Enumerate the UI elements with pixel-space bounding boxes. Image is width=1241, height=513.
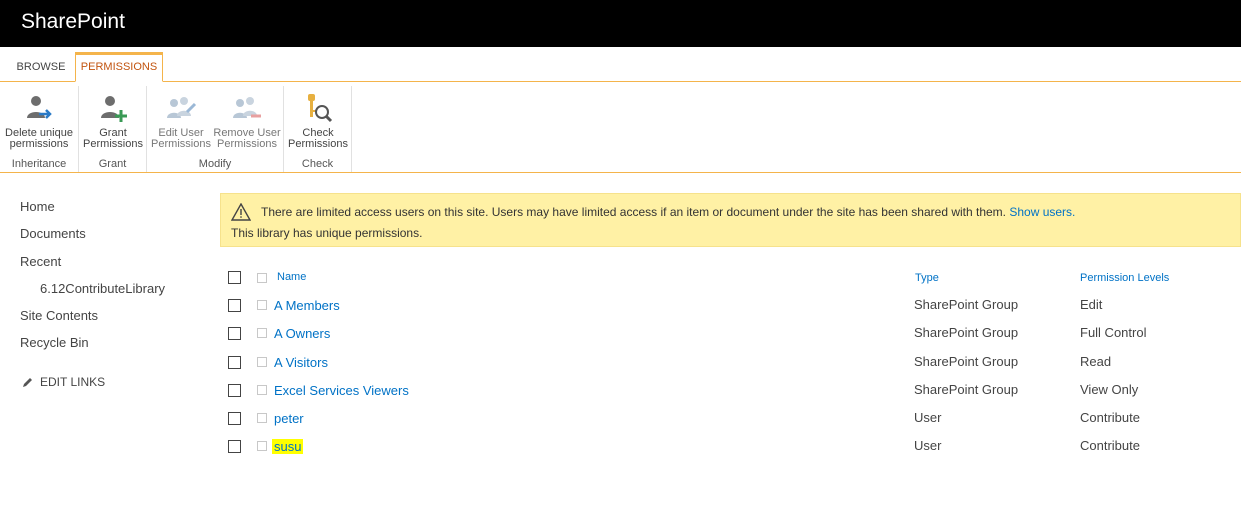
show-users-link[interactable]: Show users.: [1009, 205, 1075, 219]
row-permission: Contribute: [1080, 410, 1140, 425]
edit-user-label-2: Permissions: [151, 138, 211, 150]
tab-browse[interactable]: BROWSE: [9, 53, 73, 82]
remove-user-permissions-button[interactable]: Remove User Permissions: [213, 92, 281, 150]
banner-message: There are limited access users on this s…: [261, 205, 1007, 219]
unique-permissions-text: This library has unique permissions.: [231, 226, 423, 240]
check-permissions-button[interactable]: Check Permissions: [288, 92, 348, 150]
edit-user-permissions-button[interactable]: Edit User Permissions: [151, 92, 211, 150]
row-type: SharePoint Group: [914, 297, 1019, 312]
row-name-link[interactable]: peter: [274, 411, 304, 426]
row-checkbox[interactable]: [228, 327, 241, 340]
table-row: Excel Services Viewers SharePoint Group …: [0, 378, 1241, 406]
nav-item-documents[interactable]: Documents: [20, 226, 86, 241]
row-permission: Contribute: [1080, 438, 1140, 453]
nav-item-recent[interactable]: Recent: [20, 254, 61, 269]
table-row: A Owners SharePoint Group Full Control: [0, 321, 1241, 349]
row-checkbox[interactable]: [228, 356, 241, 369]
row-checkbox[interactable]: [228, 384, 241, 397]
suite-bar: SharePoint: [0, 0, 1241, 47]
row-permission: Full Control: [1080, 325, 1147, 340]
column-header-name[interactable]: Name: [277, 271, 306, 283]
row-item-checkbox[interactable]: [257, 357, 267, 367]
row-permission: Read: [1080, 354, 1112, 369]
row-item-checkbox[interactable]: [257, 413, 267, 423]
grant-label-2: Permissions: [83, 138, 143, 150]
group-grant: Grant Permissions Grant: [79, 86, 147, 172]
group-check: Check Permissions Check: [284, 86, 352, 172]
group-label-grant: Grant: [98, 158, 127, 170]
row-type: SharePoint Group: [914, 325, 1019, 340]
table-row: susu User Contribute: [0, 434, 1241, 462]
warning-icon: [231, 203, 251, 221]
row-type: User: [914, 410, 942, 425]
select-all-checkbox[interactable]: [228, 271, 241, 284]
check-permissions-icon: [308, 94, 333, 123]
limited-access-banner: There are limited access users on this s…: [220, 193, 1241, 247]
ribbon: Delete unique permissions Inheritance Gr…: [0, 83, 1241, 173]
delete-permissions-icon: [27, 96, 52, 119]
banner-message-line: There are limited access users on this s…: [261, 205, 1075, 219]
row-permission: View Only: [1080, 382, 1139, 397]
header-item-checkbox[interactable]: [257, 273, 267, 283]
column-header-type[interactable]: Type: [915, 272, 939, 284]
row-item-checkbox[interactable]: [257, 441, 267, 451]
group-inheritance: Delete unique permissions Inheritance: [0, 86, 79, 172]
remove-user-label-2: Permissions: [217, 138, 277, 150]
table-row: A Members SharePoint Group Edit: [0, 293, 1241, 321]
row-permission: Edit: [1080, 297, 1103, 312]
grant-permissions-icon: [101, 96, 127, 122]
row-type: SharePoint Group: [914, 354, 1019, 369]
group-label-modify: Modify: [198, 158, 232, 170]
edit-user-permissions-icon: [167, 97, 197, 118]
grant-permissions-button[interactable]: Grant Permissions: [83, 92, 143, 150]
row-checkbox[interactable]: [228, 299, 241, 312]
check-label-2: Permissions: [288, 138, 348, 150]
table-row: peter User Contribute: [0, 406, 1241, 434]
row-name-link[interactable]: A Visitors: [274, 355, 328, 370]
row-item-checkbox[interactable]: [257, 328, 267, 338]
row-checkbox[interactable]: [228, 412, 241, 425]
group-label-inheritance: Inheritance: [11, 158, 67, 170]
group-label-check: Check: [301, 158, 334, 170]
row-item-checkbox[interactable]: [257, 300, 267, 310]
row-name-link[interactable]: A Owners: [274, 326, 330, 341]
tab-permissions[interactable]: PERMISSIONS: [75, 52, 163, 82]
delete-unique-label-2: permissions: [9, 138, 69, 150]
row-type: SharePoint Group: [914, 382, 1019, 397]
row-checkbox[interactable]: [228, 440, 241, 453]
remove-user-permissions-icon: [233, 97, 261, 118]
row-name-link[interactable]: Excel Services Viewers: [274, 383, 409, 398]
row-type: User: [914, 438, 942, 453]
delete-unique-permissions-button[interactable]: Delete unique permissions: [2, 92, 76, 150]
ribbon-tabs: BROWSE PERMISSIONS: [0, 47, 1241, 82]
row-name-link[interactable]: A Members: [274, 298, 340, 313]
table-row: A Visitors SharePoint Group Read: [0, 350, 1241, 378]
row-item-checkbox[interactable]: [257, 385, 267, 395]
group-modify: Edit User Permissions Remove User Permis…: [147, 86, 284, 172]
column-header-permission-levels[interactable]: Permission Levels: [1080, 272, 1169, 284]
row-name-link-highlighted[interactable]: susu: [272, 439, 304, 454]
app-title[interactable]: SharePoint: [21, 10, 125, 34]
nav-item-home[interactable]: Home: [20, 199, 55, 214]
